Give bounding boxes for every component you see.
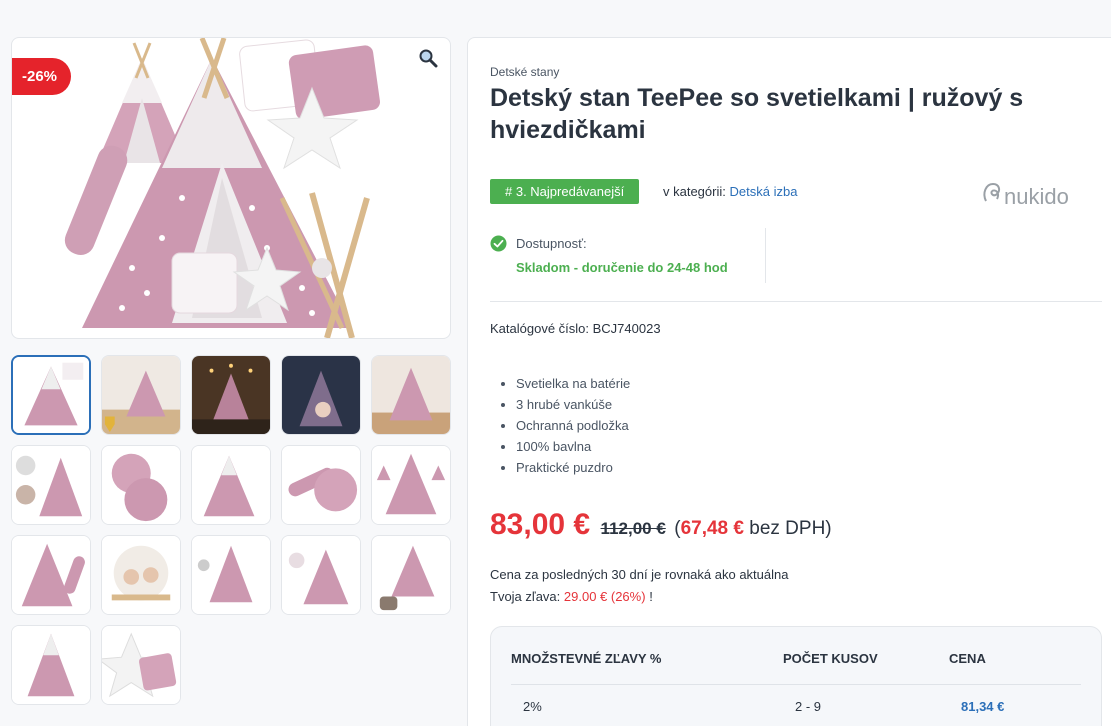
category-info: v kategórii: Detská izba — [663, 184, 797, 199]
brand-logo: nukido — [983, 182, 1069, 209]
saving-prefix: Tvoja zľava: — [490, 589, 561, 604]
catalog-number: Katalógové číslo: BCJ740023 — [490, 321, 661, 336]
net-price-value: 67,48 € — [680, 518, 744, 539]
quantity-discount-table: MNOŽSTEVNÉ ZĽAVY % POČET KUSOV CENA 2% 2… — [490, 626, 1102, 726]
thumbnail[interactable] — [11, 355, 91, 435]
price-history-note: Cena za posledných 30 dní je rovnaká ako… — [490, 567, 789, 582]
thumbnail[interactable] — [281, 445, 361, 525]
list-item: Svetielka na batérie — [516, 373, 630, 394]
tent-illustration — [64, 38, 380, 338]
table-cell-price: 81,34 € — [961, 699, 1005, 714]
table-header: CENA — [949, 651, 986, 666]
thumbnail[interactable] — [371, 445, 451, 525]
thumbnail[interactable] — [371, 355, 451, 435]
thumbnail[interactable] — [371, 535, 451, 615]
net-price: (67,48 € bez DPH) — [674, 518, 831, 539]
check-circle-icon — [490, 235, 507, 252]
net-price-suffix: bez DPH) — [749, 518, 832, 539]
feature-list: Svetielka na batérie 3 hrubé vankúše Och… — [516, 373, 630, 478]
price-block: 83,00 € 112,00 € (67,48 € bez DPH) — [490, 508, 832, 542]
category-prefix: v kategórii: — [663, 184, 726, 199]
divider — [511, 684, 1081, 685]
thumbnail[interactable] — [101, 535, 181, 615]
saving-value: 29.00 € (26%) — [563, 589, 646, 604]
list-item: 3 hrubé vankúše — [516, 394, 630, 415]
table-cell-discount: 2% — [523, 699, 542, 714]
thumbnail[interactable] — [11, 445, 91, 525]
list-item: Ochranná podložka — [516, 415, 630, 436]
current-price: 83,00 € — [490, 508, 591, 541]
thumbnail[interactable] — [101, 625, 181, 705]
list-item: 100% bavlna — [516, 436, 630, 457]
divider — [490, 301, 1102, 302]
thumbnail[interactable] — [11, 625, 91, 705]
bestseller-badge: # 3. Najpredávanejší — [490, 179, 640, 204]
thumbnail[interactable] — [101, 355, 181, 435]
old-price: 112,00 € — [600, 519, 666, 538]
thumbnail[interactable] — [281, 355, 361, 435]
table-header: POČET KUSOV — [783, 651, 878, 666]
divider — [765, 228, 766, 283]
saving-info: Tvoja zľava: 29.00 € (26%) ! — [490, 589, 653, 604]
discount-badge: -26% — [12, 58, 72, 95]
table-header: MNOŽSTEVNÉ ZĽAVY % — [511, 651, 662, 666]
availability-value: Skladom - doručenie do 24-48 hod — [516, 260, 728, 275]
thumbnail[interactable] — [11, 535, 91, 615]
page-title: Detský stan TeePee so svetielkami | ružo… — [490, 84, 1024, 144]
main-product-image[interactable]: -26% — [11, 37, 451, 339]
thumbnail[interactable] — [191, 445, 271, 525]
magnifier-icon[interactable] — [418, 48, 438, 68]
breadcrumb[interactable]: Detské stany — [490, 65, 559, 79]
thumbnail[interactable] — [191, 535, 271, 615]
list-item: Praktické puzdro — [516, 457, 630, 478]
thumbnail[interactable] — [101, 445, 181, 525]
table-cell-pieces: 2 - 9 — [795, 699, 822, 714]
availability-label: Dostupnosť: — [516, 236, 587, 251]
thumbnail[interactable] — [191, 355, 271, 435]
product-info-panel: Detské stany Detský stan TeePee so sveti… — [467, 37, 1111, 726]
saving-suffix: ! — [649, 589, 653, 604]
thumbnail[interactable] — [281, 535, 361, 615]
product-page: -26% Detské stany Detský stan TeePee so … — [0, 0, 1111, 726]
category-link[interactable]: Detská izba — [730, 184, 798, 199]
brand-logo-text: nukido — [1004, 184, 1069, 209]
